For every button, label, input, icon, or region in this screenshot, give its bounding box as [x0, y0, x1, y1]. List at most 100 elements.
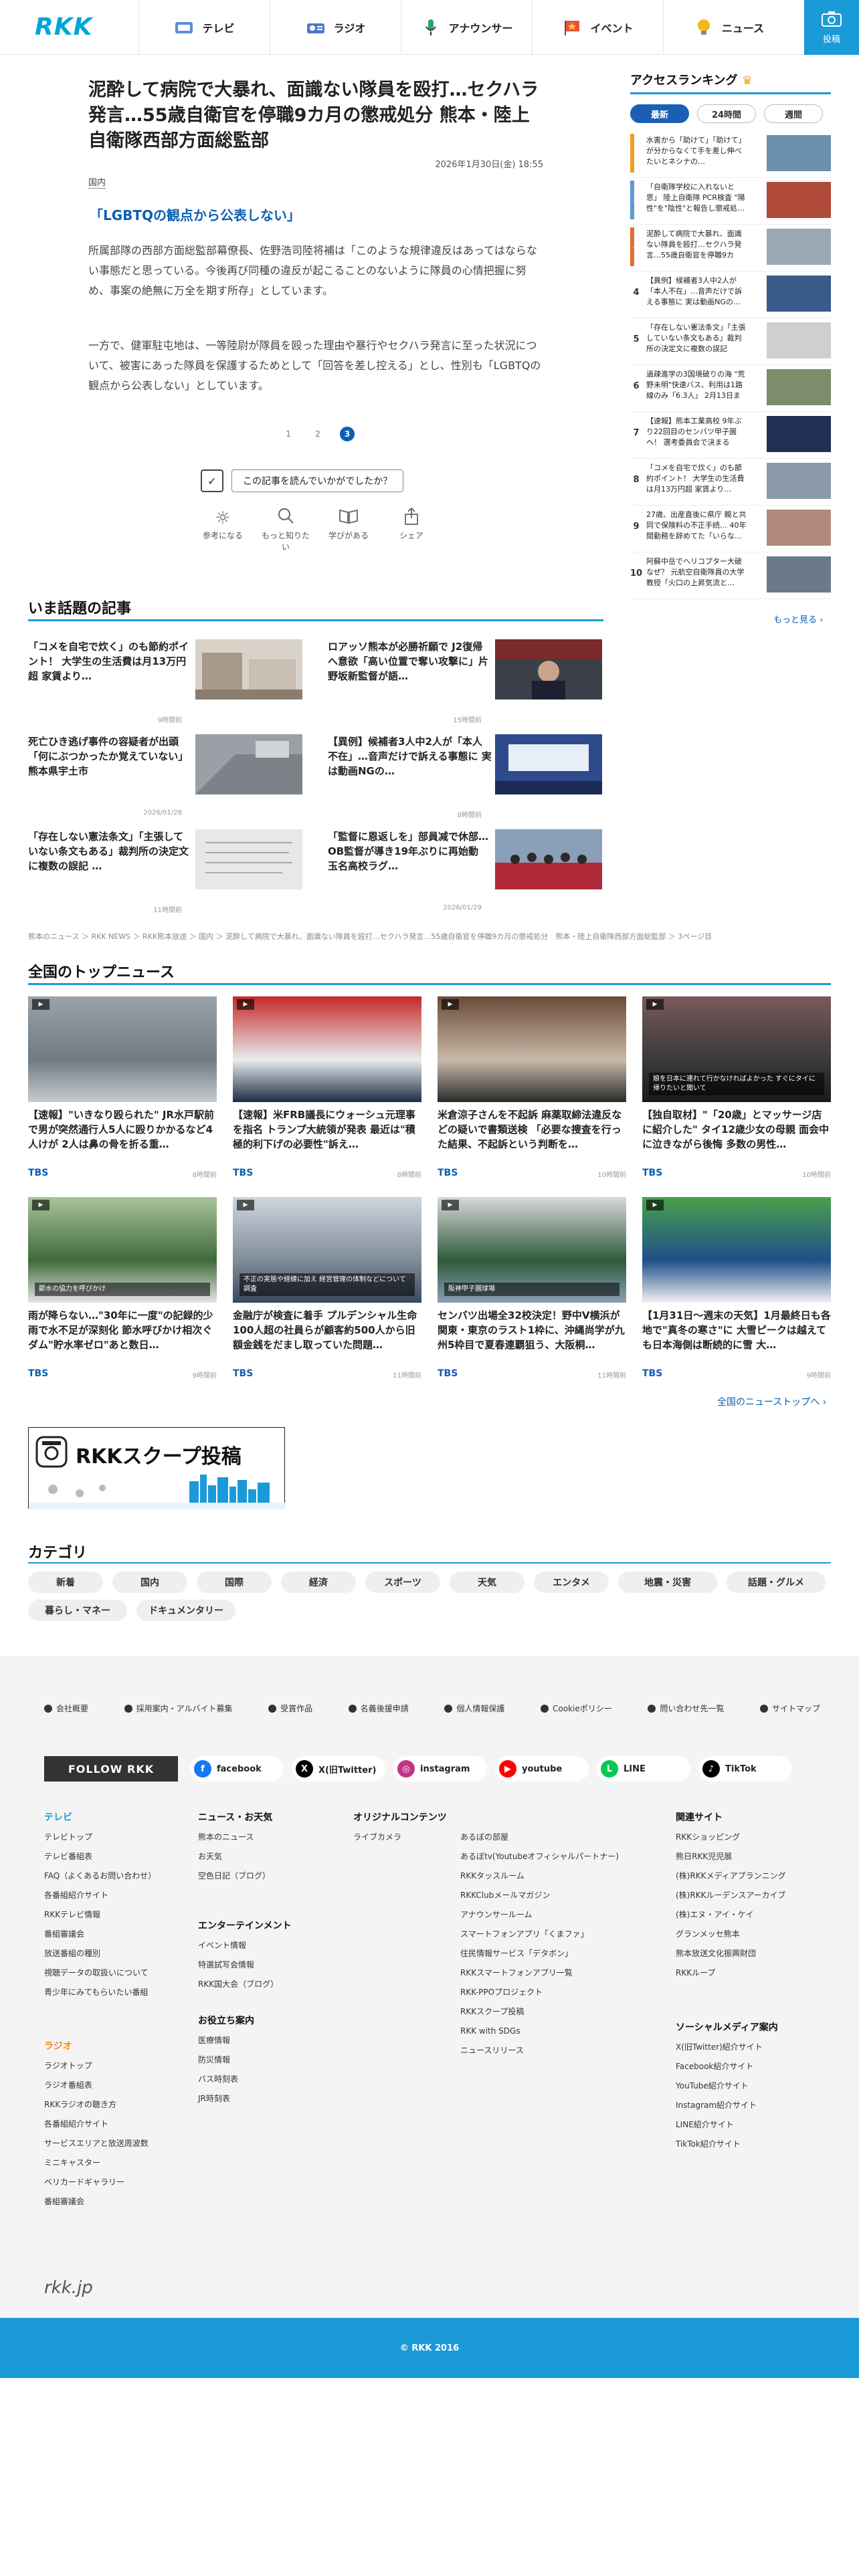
footer-col-link[interactable]: ラジオ番組表 [44, 2076, 149, 2095]
footer-col-link[interactable]: イベント情報 [198, 1936, 292, 1955]
footer-col-link[interactable]: 視聴データの取扱いについて [44, 1963, 156, 1983]
footer-col-link[interactable]: (株)エヌ・アイ・ケイ [676, 1905, 786, 1925]
footer-col-link[interactable]: 熊本放送文化振興財団 [676, 1944, 786, 1963]
footer-col-link[interactable]: 放送番組の種別 [44, 1944, 156, 1963]
footer-col-link[interactable]: RKK国大会（ブログ） [198, 1975, 292, 1994]
reaction-learn-button[interactable]: 学びがある [324, 507, 373, 552]
ranking-item[interactable]: 5 「存在しない憲法条文」「主張していない条文もある」裁判所の決定文に複数の誤記 [630, 321, 831, 365]
ranking-item[interactable]: 10 阿蘇中岳でヘリコプター大破 なぜ？ 元航空自衛隊員の大学教授「火口の上昇気流… [630, 555, 831, 599]
nav-event[interactable]: イベント [532, 0, 663, 55]
footer-col-link[interactable]: 熊日RKK児児展 [676, 1847, 786, 1866]
reaction-more-button[interactable]: もっと知りたい [261, 507, 310, 552]
footer-col-link[interactable]: X(旧Twitter)紹介サイト [676, 2038, 778, 2057]
footer-col-link[interactable]: RKK-PPOプロジェクト [460, 1983, 619, 2002]
footer-link[interactable]: Cookieポリシー [541, 1703, 612, 1714]
footer-col-link[interactable]: FAQ（よくあるお問い合わせ） [44, 1866, 156, 1886]
ranking-item[interactable]: 3 泥酔して病院で大暴れ、面識ない隊員を殴打…セクハラ発言…55歳自衛官を停職9カ… [630, 227, 831, 272]
footer-link[interactable]: 採用案内・アルバイト募集 [124, 1703, 233, 1714]
footer-col-link[interactable]: ライブカメラ [353, 1828, 407, 1847]
top-news-item[interactable]: ▶ 米倉涼子さんを不起訴 麻薬取締法違反などの疑いで書類送検 「必要な捜査を行った… [438, 996, 626, 1190]
category-chip[interactable]: 経済 [281, 1572, 356, 1593]
footer-col-link[interactable]: 熊本のニュース [198, 1828, 272, 1847]
footer-col-link[interactable]: LINE紹介サイト [676, 2115, 778, 2135]
nav-announcer[interactable]: アナウンサー [401, 0, 532, 55]
nav-tv[interactable]: テレビ [138, 0, 270, 55]
footer-col-link[interactable]: あるぼの部屋 [460, 1828, 619, 1847]
footer-link[interactable]: 会社概要 [44, 1703, 88, 1714]
category-chip[interactable]: 国際 [197, 1572, 272, 1593]
footer-col-link[interactable]: お天気 [198, 1847, 272, 1866]
article-category-link[interactable]: 国内 [88, 175, 106, 189]
footer-col-link[interactable]: JR時刻表 [198, 2089, 254, 2109]
footer-col-link[interactable]: RKKテレビ情報 [44, 1905, 156, 1925]
trending-item[interactable]: 「コメを自宅で炊く」のも節約ポイント！ 大学生の生活費は月13万円超 家賃より…… [28, 639, 302, 733]
footer-col-link[interactable]: 防災情報 [198, 2050, 254, 2070]
tab-latest[interactable]: 最新 [630, 104, 689, 123]
ranking-item[interactable]: 9 27歳、出産直後に県庁 親と共同で保険料の不正手続… 40年間勤務を辞めてた「… [630, 508, 831, 552]
top-news-more-link[interactable]: 全国のニューストップへ › [717, 1395, 826, 1408]
footer-col-link[interactable]: ベリカードギャラリー [44, 2173, 149, 2192]
footer-col-link[interactable]: テレビトップ [44, 1828, 156, 1847]
category-chip[interactable]: 新着 [28, 1572, 103, 1593]
page-link-current[interactable]: 3 [340, 427, 355, 441]
footer-link[interactable]: 名義後援申請 [348, 1703, 409, 1714]
ranking-item[interactable]: 7 【速報】熊本工業高校 9年ぶり22回目のセンバツ甲子園へ！ 選考委員会で決まる [630, 415, 831, 459]
footer-col-link[interactable]: テレビ番組表 [44, 1847, 156, 1866]
share-button[interactable]: シェア [387, 507, 436, 552]
social-youtube-link[interactable]: ▶ youtube [495, 1756, 589, 1782]
footer-col-link[interactable]: RKKラジオの聴き方 [44, 2095, 149, 2115]
footer-col-link[interactable]: グランメッセ熊本 [676, 1925, 786, 1944]
tab-24h[interactable]: 24時間 [697, 104, 756, 123]
footer-col-link[interactable]: RKKループ [676, 1963, 786, 1983]
footer-col-link[interactable]: 住民情報サービス「デタボン」 [460, 1944, 619, 1963]
top-news-item[interactable]: ▶ 【1月31日～週末の天気】1月最終日も各地で"真冬の寒さ"に 大雪ピークは越え… [642, 1197, 831, 1391]
footer-col-link[interactable]: RKKスマートフォンアプリ一覧 [460, 1963, 619, 1983]
footer-col-link[interactable]: Instagram紹介サイト [676, 2096, 778, 2115]
footer-col-link[interactable]: 番組審議会 [44, 2192, 149, 2212]
top-news-item[interactable]: ▶ 【速報】米FRB議長にウォーシュ元理事を指名 トランプ大統領が発表 最近は"積… [233, 996, 421, 1190]
trending-item[interactable]: 「存在しない憲法条文」「主張していない条文もある」裁判所の決定文に複数の誤記 …… [28, 829, 302, 923]
footer-col-link[interactable]: あるぼtv(Youtubeオフィシャルパートナー) [460, 1847, 619, 1866]
footer-col-link[interactable]: (株)RKKルーデンスアーカイブ [676, 1886, 786, 1905]
footer-col-link[interactable]: ニュースリリース [460, 2041, 619, 2060]
ranking-item[interactable]: 4 【異例】候補者3人中2人が「本人不在」…音声だけで訴える事態に 実は動画NGの… [630, 274, 831, 318]
social-tiktok-link[interactable]: ♪ TikTok [698, 1756, 792, 1782]
top-news-item[interactable]: ▶ 【速報】"いきなり殴られた" JR水戸駅前で男が突然通行人5人に殴りかかるなど… [28, 996, 217, 1190]
tab-weekly[interactable]: 週間 [764, 104, 823, 123]
social-instagram-link[interactable]: ◎ instagram [393, 1756, 487, 1782]
footer-col-link[interactable]: RKKスクープ投稿 [460, 2002, 619, 2022]
category-chip[interactable]: エンタメ [534, 1572, 609, 1593]
footer-col-link[interactable]: (株)RKKメディアプランニング [676, 1866, 786, 1886]
footer-col-link[interactable]: 空色日記（ブログ） [198, 1866, 272, 1886]
category-chip[interactable]: 地震・災害 [618, 1572, 717, 1593]
trending-item[interactable]: 「監督に恩返しを」部員减で休部…OB監督が導き19年ぶりに再始動 玉名高校ラグ…… [328, 829, 602, 923]
post-button[interactable]: 投稿 [804, 0, 859, 55]
footer-col-link[interactable]: アナウンサールーム [460, 1905, 619, 1925]
category-chip[interactable]: 暮らし・マネー [28, 1600, 127, 1621]
footer-col-link[interactable]: ミニキャスター [44, 2153, 149, 2173]
ranking-item[interactable]: 2 「自衛隊学校に入れないと思」 陸上自衛隊 PCR検査 "陽性"を"陰性"と報告… [630, 181, 831, 225]
footer-col-link[interactable]: サービスエリアと放送周波数 [44, 2134, 149, 2153]
footer-col-link[interactable]: RKKタッスルーム [460, 1866, 619, 1886]
category-chip[interactable]: スポーツ [365, 1572, 440, 1593]
footer-col-link[interactable]: 特選試写会情報 [198, 1955, 292, 1975]
footer-link[interactable]: 問い合わせ先一覧 [648, 1703, 724, 1714]
page-link[interactable]: 2 [310, 427, 325, 441]
footer-col-link[interactable]: 各番組紹介サイト [44, 2115, 149, 2134]
breadcrumb[interactable]: 熊本のニュース ＞ RKK NEWS ＞ RKK熊本放送 ＞ 国内 ＞ 泥酔して… [28, 931, 712, 942]
top-news-item[interactable]: ▶ 不正の実態や経緯に加え 経営管理の体制などについて調査 金融庁が検査に着手 プル… [233, 1197, 421, 1391]
footer-col-link[interactable]: スマートフォンアプリ「くまファ」 [460, 1925, 619, 1944]
footer-col-link[interactable]: RKK with SDGs [460, 2022, 619, 2041]
category-chip[interactable]: 天気 [450, 1572, 524, 1593]
footer-col-link[interactable]: 医療情報 [198, 2031, 254, 2050]
footer-col-link[interactable]: 番組審議会 [44, 1925, 156, 1944]
category-chip[interactable]: 話題・グルメ [727, 1572, 826, 1593]
footer-col-link[interactable]: TikTok紹介サイト [676, 2135, 778, 2154]
footer-col-link[interactable]: バス時刻表 [198, 2070, 254, 2089]
footer-col-link[interactable]: ラジオトップ [44, 2056, 149, 2076]
social-facebook-link[interactable]: f facebook [190, 1756, 284, 1782]
category-chip[interactable]: ドキュメンタリー [136, 1600, 235, 1621]
category-chip[interactable]: 国内 [112, 1572, 187, 1593]
trending-item[interactable]: 【異例】候補者3人中2人が「本人不在」…音声だけで訴える事態に 実は動画NGの…… [328, 734, 602, 828]
footer-link[interactable]: 個人情報保護 [444, 1703, 504, 1714]
